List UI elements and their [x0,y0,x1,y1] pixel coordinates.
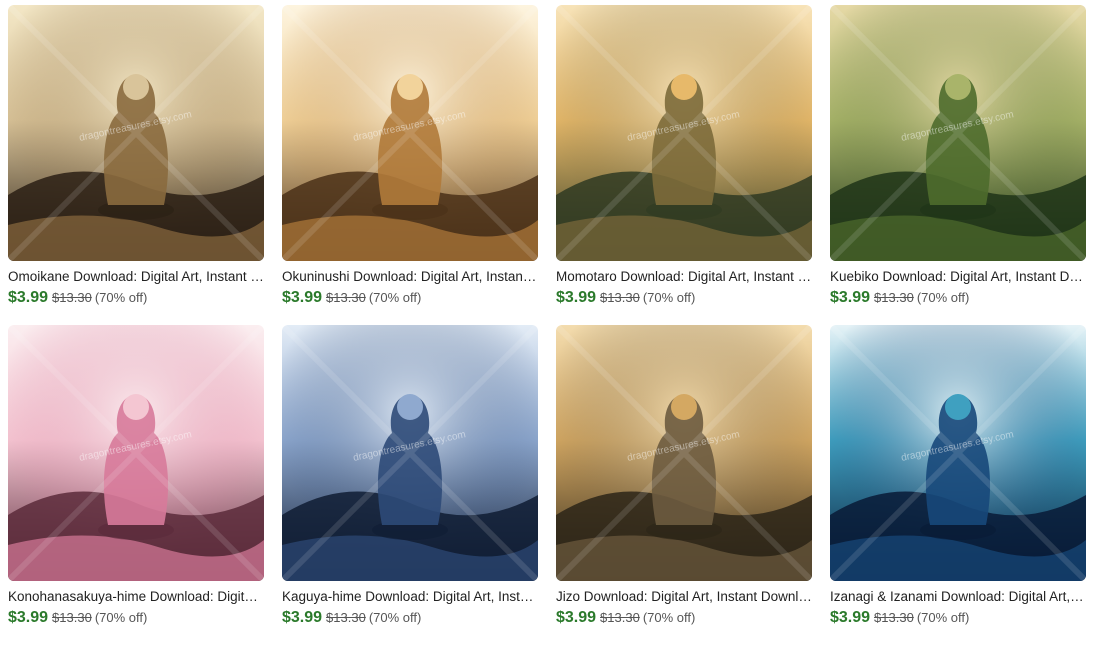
discount-badge: (70% off) [916,610,970,625]
price-row: $3.99 $13.30 (70% off) [282,608,538,628]
original-price: $13.30 [326,610,366,625]
sale-price: $3.99 [8,289,49,306]
discount-badge: (70% off) [368,290,422,305]
price-row: $3.99 $13.30 (70% off) [556,608,812,628]
listing-card[interactable]: dragontreasures.etsy.com Kuebiko Download… [830,5,1086,325]
listing-image[interactable]: dragontreasures.etsy.com [282,325,538,581]
discount-badge: (70% off) [94,290,148,305]
listing-title[interactable]: Jizo Download: Digital Art, Instant Down… [556,589,812,605]
original-price: $13.30 [874,290,914,305]
original-price: $13.30 [874,610,914,625]
price-row: $3.99 $13.30 (70% off) [282,288,538,308]
listing-artwork: dragontreasures.etsy.com [8,325,264,581]
price-row: $3.99 $13.30 (70% off) [8,608,264,628]
listing-grid: dragontreasures.etsy.com Omoikane Downloa… [8,5,1086,645]
sale-price: $3.99 [830,289,871,306]
listing-image[interactable]: dragontreasures.etsy.com [8,325,264,581]
listing-image[interactable]: dragontreasures.etsy.com [8,5,264,261]
listing-image[interactable]: dragontreasures.etsy.com [282,5,538,261]
listing-image[interactable]: dragontreasures.etsy.com [556,5,812,261]
listing-artwork: dragontreasures.etsy.com [556,5,812,261]
listing-card[interactable]: dragontreasures.etsy.com Jizo Download: D… [556,325,812,645]
original-price: $13.30 [52,610,92,625]
sale-price: $3.99 [556,609,597,626]
original-price: $13.30 [326,290,366,305]
price-row: $3.99 $13.30 (70% off) [830,288,1086,308]
discount-badge: (70% off) [368,610,422,625]
price-row: $3.99 $13.30 (70% off) [8,288,264,308]
sale-price: $3.99 [282,609,323,626]
price-row: $3.99 $13.30 (70% off) [830,608,1086,628]
sale-price: $3.99 [556,289,597,306]
listing-image[interactable]: dragontreasures.etsy.com [830,325,1086,581]
listing-image[interactable]: dragontreasures.etsy.com [830,5,1086,261]
sale-price: $3.99 [830,609,871,626]
listing-card[interactable]: dragontreasures.etsy.com Kaguya-hime Down… [282,325,538,645]
listing-title[interactable]: Konohanasakuya-hime Download: Digital Ar… [8,589,264,605]
listing-artwork: dragontreasures.etsy.com [830,5,1086,261]
listing-card[interactable]: dragontreasures.etsy.com Izanagi & Izanam… [830,325,1086,645]
discount-badge: (70% off) [642,610,696,625]
listing-card[interactable]: dragontreasures.etsy.com Okuninushi Downl… [282,5,538,325]
original-price: $13.30 [600,610,640,625]
discount-badge: (70% off) [94,610,148,625]
discount-badge: (70% off) [916,290,970,305]
original-price: $13.30 [600,290,640,305]
original-price: $13.30 [52,290,92,305]
listing-artwork: dragontreasures.etsy.com [282,5,538,261]
discount-badge: (70% off) [642,290,696,305]
listing-title[interactable]: Omoikane Download: Digital Art, Instant … [8,269,264,285]
price-row: $3.99 $13.30 (70% off) [556,288,812,308]
sale-price: $3.99 [282,289,323,306]
listing-title[interactable]: Okuninushi Download: Digital Art, Instan… [282,269,538,285]
listing-card[interactable]: dragontreasures.etsy.com Momotaro Downloa… [556,5,812,325]
listing-title[interactable]: Kuebiko Download: Digital Art, Instant D… [830,269,1086,285]
listing-artwork: dragontreasures.etsy.com [282,325,538,581]
listing-title[interactable]: Kaguya-hime Download: Digital Art, Insta… [282,589,538,605]
listing-artwork: dragontreasures.etsy.com [8,5,264,261]
listing-card[interactable]: dragontreasures.etsy.com Omoikane Downloa… [8,5,264,325]
listing-title[interactable]: Momotaro Download: Digital Art, Instant … [556,269,812,285]
sale-price: $3.99 [8,609,49,626]
listing-card[interactable]: dragontreasures.etsy.com Konohanasakuya-h… [8,325,264,645]
listing-artwork: dragontreasures.etsy.com [556,325,812,581]
listing-title[interactable]: Izanagi & Izanami Download: Digital Art,… [830,589,1086,605]
listing-image[interactable]: dragontreasures.etsy.com [556,325,812,581]
listing-artwork: dragontreasures.etsy.com [830,325,1086,581]
